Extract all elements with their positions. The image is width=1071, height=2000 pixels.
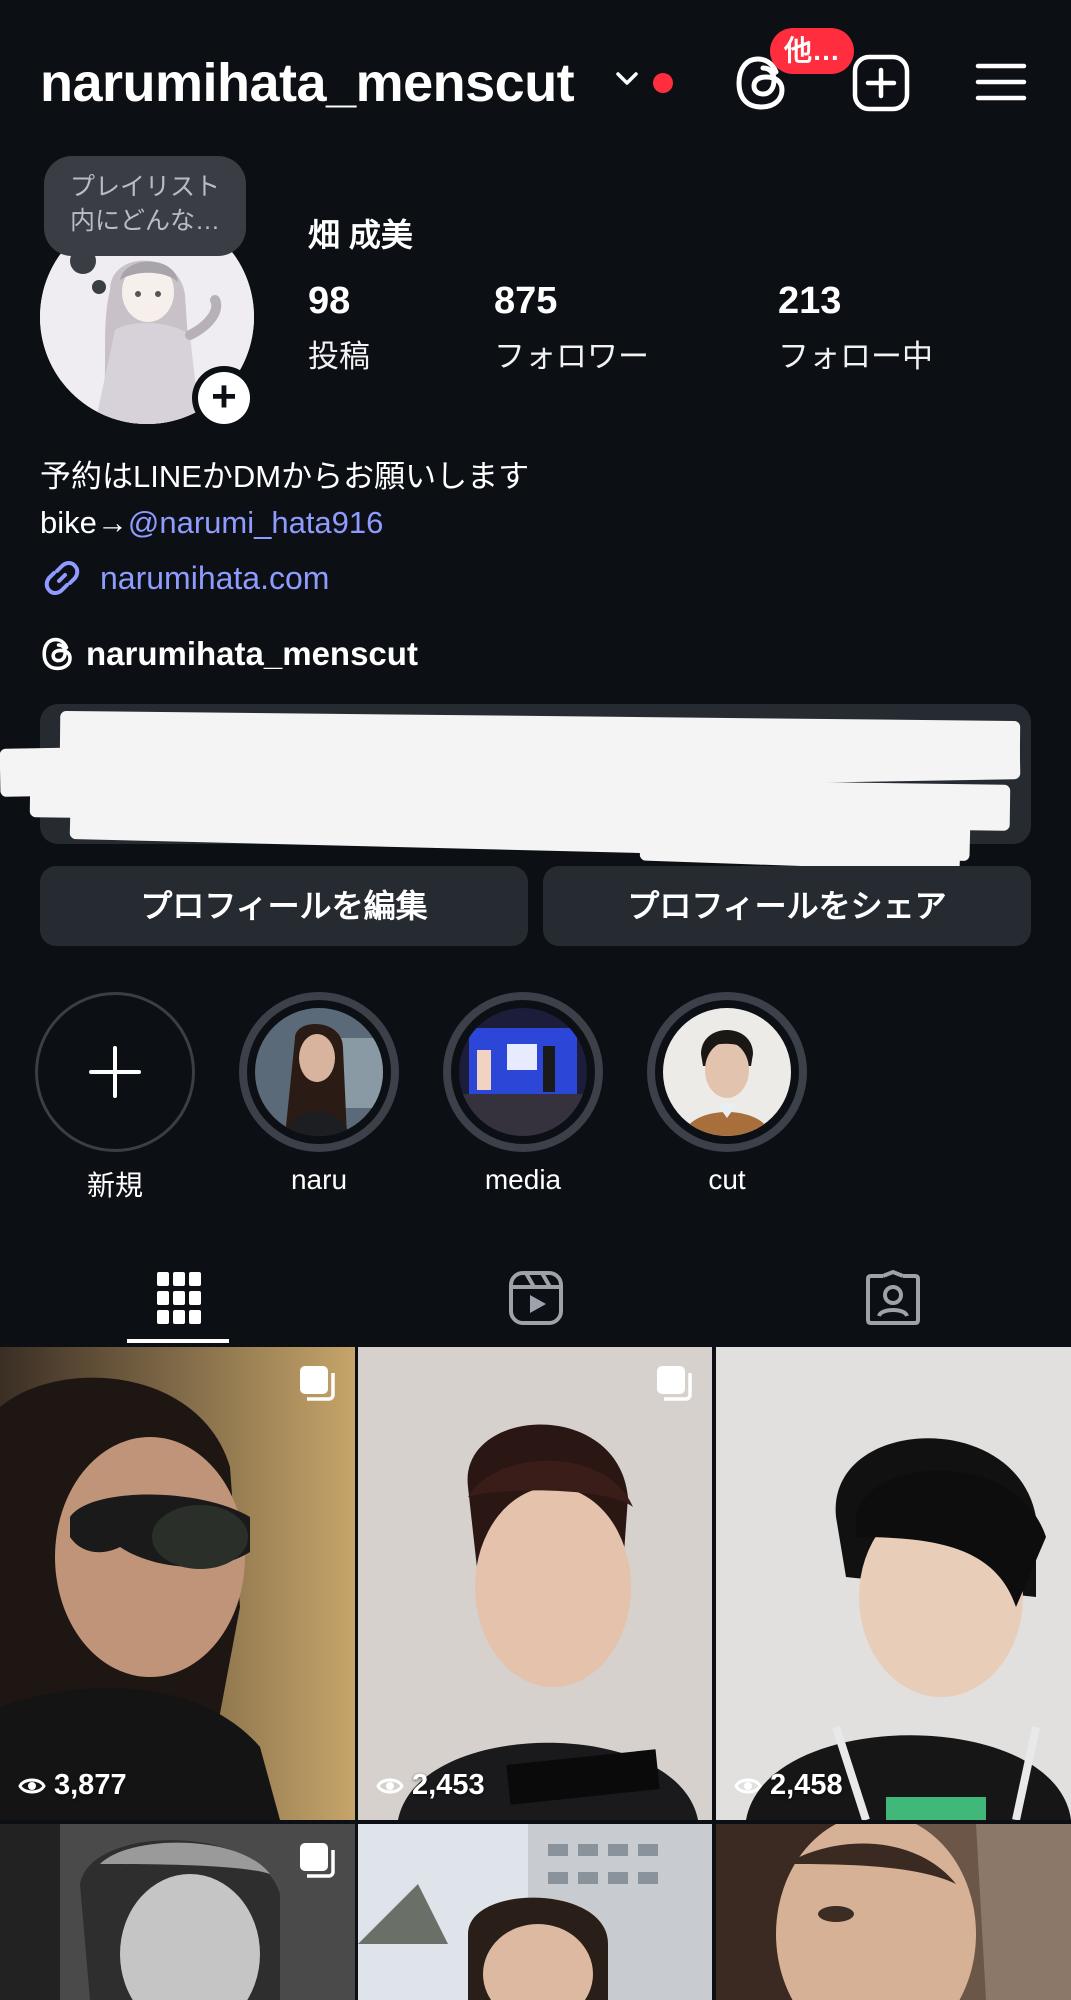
view-count-text: 2,453 bbox=[412, 1769, 485, 1801]
followers-stat[interactable]: 875 フォロワー bbox=[494, 280, 649, 376]
threads-badge: 他… bbox=[770, 28, 855, 74]
hamburger-menu-icon[interactable] bbox=[974, 58, 1028, 106]
highlight-cut[interactable]: cut bbox=[647, 992, 807, 1196]
post-thumbnail[interactable]: 2,453 bbox=[358, 1347, 712, 1820]
tab-posts-grid[interactable] bbox=[0, 1254, 357, 1342]
chevron-down-icon[interactable] bbox=[612, 64, 642, 94]
tab-reels[interactable] bbox=[357, 1254, 714, 1342]
highlight-label: naru bbox=[290, 1164, 348, 1195]
unread-dot bbox=[653, 73, 673, 93]
highlight-ring bbox=[35, 992, 195, 1152]
eye-icon bbox=[376, 1778, 404, 1793]
add-story-button[interactable]: + bbox=[192, 366, 256, 430]
tab-tagged[interactable] bbox=[714, 1254, 1071, 1342]
highlight-ring bbox=[443, 992, 603, 1152]
followers-count: 875 bbox=[494, 280, 558, 322]
highlight-media[interactable]: media bbox=[443, 992, 603, 1196]
threads-handle: narumihata_menscut bbox=[86, 635, 418, 672]
grid-icon bbox=[156, 1272, 201, 1324]
highlight-label: cut bbox=[708, 1164, 746, 1195]
highlight-thumbnail bbox=[459, 1008, 587, 1136]
highlight-label: media bbox=[484, 1164, 562, 1195]
edit-profile-button[interactable]: プロフィールを編集 bbox=[40, 866, 528, 946]
note-bubble-tail bbox=[92, 280, 106, 294]
view-count: 2,458 bbox=[734, 1769, 843, 1802]
create-post-icon[interactable] bbox=[852, 54, 910, 112]
bio-line: 予約はLINEかDMからお願いします bbox=[40, 459, 530, 494]
threads-profile-link[interactable]: narumihata_menscut bbox=[40, 632, 418, 676]
tagged-icon bbox=[865, 1270, 920, 1325]
active-tab-indicator bbox=[127, 1339, 229, 1343]
bio-mention-link[interactable]: @narumi_hata916 bbox=[128, 505, 384, 540]
highlight-ring bbox=[647, 992, 807, 1152]
top-bar: narumihata_menscut 他… bbox=[0, 0, 1071, 160]
highlight-thumbnail bbox=[663, 1008, 791, 1136]
share-profile-button[interactable]: プロフィールをシェア bbox=[543, 866, 1031, 946]
followers-label: フォロワー bbox=[494, 339, 649, 374]
multiple-photos-icon bbox=[657, 1366, 692, 1401]
note-bubble-tail bbox=[70, 248, 96, 274]
eye-icon bbox=[734, 1778, 762, 1793]
highlight-ring bbox=[239, 992, 399, 1152]
multiple-photos-icon bbox=[300, 1366, 335, 1401]
posts-label: 投稿 bbox=[308, 339, 370, 374]
profile-bio: 予約はLINEかDMからお願いします bike→@narumi_hata916 bbox=[40, 454, 529, 546]
website-url: narumihata.com bbox=[100, 559, 330, 596]
view-count: 3,877 bbox=[18, 1769, 127, 1802]
post-thumbnail[interactable]: 2,458 bbox=[716, 1347, 1071, 1820]
eye-icon bbox=[18, 1778, 46, 1793]
view-count: 2,453 bbox=[376, 1769, 485, 1802]
account-username[interactable]: narumihata_menscut bbox=[40, 52, 575, 114]
view-count-text: 3,877 bbox=[54, 1769, 127, 1801]
view-count-text: 2,458 bbox=[770, 1769, 843, 1801]
bio-text: bike→ bbox=[40, 505, 128, 540]
plus-icon bbox=[89, 1046, 141, 1098]
bio-line: bike→@narumi_hata916 bbox=[40, 500, 529, 546]
link-icon bbox=[44, 561, 80, 595]
following-count: 213 bbox=[778, 280, 842, 322]
posts-count: 98 bbox=[308, 280, 351, 322]
highlight-naru[interactable]: naru bbox=[239, 992, 399, 1196]
post-thumbnail[interactable] bbox=[716, 1824, 1071, 2000]
website-link[interactable]: narumihata.com bbox=[40, 554, 329, 602]
post-thumbnail[interactable]: 3,877 bbox=[0, 1347, 355, 1820]
plus-icon: + bbox=[198, 372, 250, 424]
highlight-new[interactable]: 新規 bbox=[35, 992, 195, 1204]
profile-note[interactable]: プレイリスト 内にどんな… bbox=[44, 156, 246, 256]
post-thumbnail[interactable] bbox=[358, 1824, 712, 2000]
display-name: 畑 成美 bbox=[308, 217, 413, 253]
threads-icon bbox=[42, 637, 72, 671]
posts-stat[interactable]: 98 投稿 bbox=[308, 280, 370, 376]
reels-icon bbox=[508, 1271, 563, 1325]
highlight-thumbnail bbox=[255, 1008, 383, 1136]
following-label: フォロー中 bbox=[778, 339, 933, 374]
post-thumbnail[interactable] bbox=[0, 1824, 355, 2000]
following-stat[interactable]: 213 フォロー中 bbox=[778, 280, 933, 376]
multiple-photos-icon bbox=[300, 1843, 335, 1878]
highlight-label: 新規 bbox=[86, 1170, 143, 1201]
redaction-scribble bbox=[59, 710, 1021, 772]
